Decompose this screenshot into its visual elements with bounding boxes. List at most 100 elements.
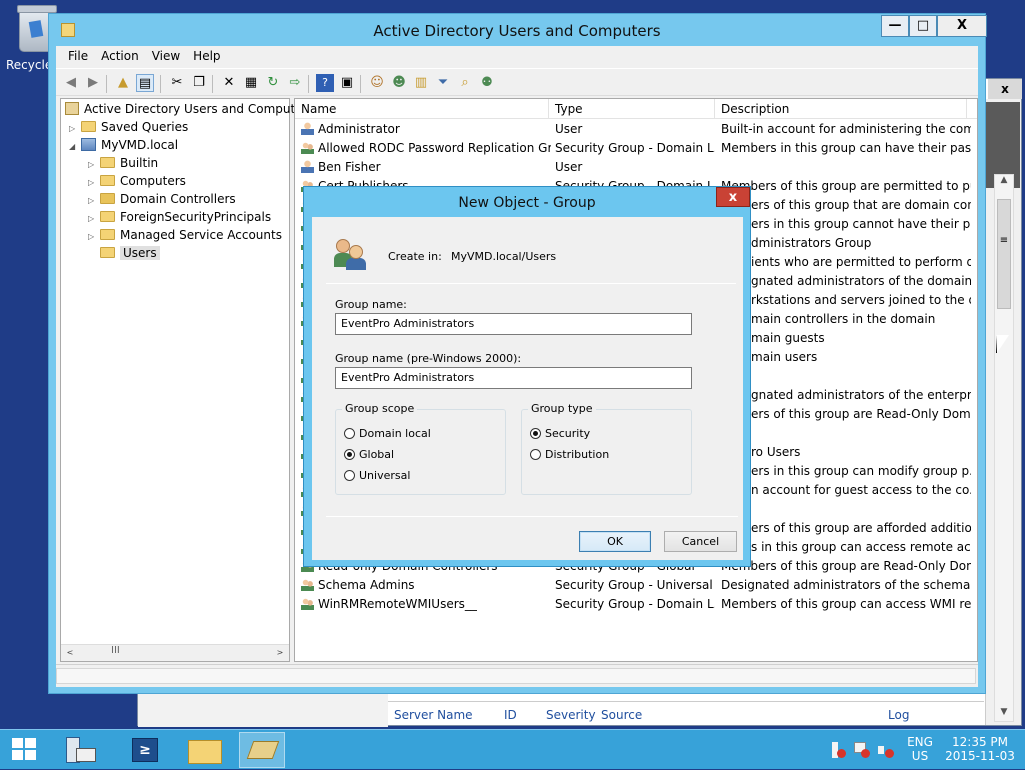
col-source[interactable]: Source xyxy=(601,708,642,722)
menu-view[interactable]: View xyxy=(152,46,188,68)
table-row[interactable]: Ben Fisher User xyxy=(295,158,977,177)
group-name-input[interactable]: EventPro Administrators xyxy=(335,313,692,335)
cell-name-text: WinRMRemoteWMIUsers__ xyxy=(318,597,477,611)
table-row[interactable]: Schema Admins Security Group - Universal D… xyxy=(295,576,977,595)
windows-start-icon[interactable] xyxy=(12,738,38,762)
col-description[interactable]: Description xyxy=(715,99,967,119)
tree-hscroll[interactable]: < III > xyxy=(61,644,289,661)
table-row[interactable]: Allowed RODC Password Replication Group S… xyxy=(295,139,977,158)
network-icon[interactable] xyxy=(854,742,870,758)
scroll-left-icon[interactable]: < xyxy=(63,646,77,660)
back-icon[interactable]: ◀ xyxy=(62,74,80,92)
tree-item-saved-queries[interactable]: ▷ Saved Queries xyxy=(69,118,188,136)
col-log[interactable]: Log xyxy=(888,708,909,722)
background-close-button[interactable]: x xyxy=(988,79,1022,99)
scope-domain-local-radio[interactable]: Domain local xyxy=(344,427,431,440)
radio-icon xyxy=(530,449,541,460)
file-explorer-taskbar-icon[interactable] xyxy=(182,732,228,768)
menu-help[interactable]: Help xyxy=(193,46,228,68)
tree-item-managed-service-accounts[interactable]: ▷ Managed Service Accounts xyxy=(88,226,282,244)
refresh-icon[interactable]: ↻ xyxy=(264,74,282,92)
maximize-button[interactable]: □ xyxy=(909,15,937,37)
scope-universal-radio[interactable]: Universal xyxy=(344,469,410,482)
group-icon xyxy=(334,237,368,271)
tree-item-domain[interactable]: ◢ MyVMD.local xyxy=(69,136,178,154)
cut-icon[interactable]: ✂ xyxy=(168,74,186,92)
col-id[interactable]: ID xyxy=(504,708,517,722)
cell-name: WinRMRemoteWMIUsers__ xyxy=(301,595,551,614)
col-name[interactable]: Name xyxy=(295,99,549,119)
ou-folder-icon xyxy=(100,193,115,204)
menu-file[interactable]: File xyxy=(68,46,96,68)
radio-selected-icon xyxy=(344,449,355,460)
tree-item-builtin[interactable]: ▷ Builtin xyxy=(88,154,158,172)
type-distribution-radio[interactable]: Distribution xyxy=(530,448,609,461)
dialog-close-button[interactable]: x xyxy=(716,187,750,207)
forward-icon[interactable]: ▶ xyxy=(84,74,102,92)
scroll-grip-icon[interactable]: III xyxy=(111,645,120,656)
cancel-button[interactable]: Cancel xyxy=(664,531,737,552)
help-icon[interactable]: ? xyxy=(316,74,334,92)
scroll-up-icon[interactable]: ▲ xyxy=(995,175,1013,185)
radio-label: Universal xyxy=(359,469,411,482)
console-icon[interactable]: ▣ xyxy=(338,74,356,92)
scope-global-radio[interactable]: Global xyxy=(344,448,394,461)
tree-root-label: Active Directory Users and Computers [ xyxy=(84,102,323,116)
show-hide-tree-icon[interactable]: ▤ xyxy=(136,74,154,92)
tree-item-label: Builtin xyxy=(120,156,159,170)
cell-name-text: Ben Fisher xyxy=(318,160,381,174)
group-name-pre2000-input[interactable]: EventPro Administrators xyxy=(335,367,692,389)
tree-root[interactable]: Active Directory Users and Computers [ xyxy=(65,100,322,118)
col-type[interactable]: Type xyxy=(549,99,715,119)
minimize-button[interactable]: — xyxy=(881,15,909,37)
type-security-radio[interactable]: Security xyxy=(530,427,590,440)
up-folder-icon[interactable]: ▲ xyxy=(114,74,132,92)
tree-pane: Active Directory Users and Computers [ ▷… xyxy=(60,98,322,662)
col-server-name[interactable]: Server Name xyxy=(394,708,473,722)
scroll-right-icon[interactable]: > xyxy=(273,646,287,660)
new-ou-icon[interactable]: ▥ xyxy=(412,74,430,92)
group-icon xyxy=(301,141,314,154)
title-bar[interactable]: Active Directory Users and Computers — □… xyxy=(49,14,987,46)
cell-description: dministrators Group xyxy=(751,236,872,250)
table-row[interactable]: Administrator User Built-in account for ad… xyxy=(295,120,977,139)
menu-action[interactable]: Action xyxy=(101,46,147,68)
speaker-muted-icon[interactable] xyxy=(878,742,894,758)
scroll-thumb[interactable] xyxy=(997,199,1011,309)
ok-button[interactable]: OK xyxy=(579,531,651,552)
aduc-taskbar-icon[interactable] xyxy=(239,732,285,768)
server-manager-taskbar-icon[interactable] xyxy=(58,732,104,768)
language-code: ENG xyxy=(907,735,933,749)
tree-item-domain-controllers[interactable]: ▷ Domain Controllers xyxy=(88,190,236,208)
col-severity[interactable]: Severity xyxy=(546,708,596,722)
delete-icon[interactable]: ✕ xyxy=(220,74,238,92)
tree-item-users[interactable]: Users xyxy=(88,244,160,262)
folder-icon xyxy=(100,247,115,258)
action-center-icon[interactable] xyxy=(830,742,846,758)
scroll-down-icon[interactable]: ▼ xyxy=(995,707,1013,717)
cell-description: Designated administrators of the schema xyxy=(721,578,971,592)
folder-icon xyxy=(100,157,115,168)
close-button[interactable]: X xyxy=(937,15,987,37)
find-icon[interactable]: ⌕ xyxy=(456,74,474,92)
events-header: Server Name ID Severity Source Log xyxy=(388,701,984,725)
radio-selected-icon xyxy=(530,428,541,439)
folder-icon xyxy=(100,175,115,186)
add-to-group-icon[interactable]: ⚉ xyxy=(478,74,496,92)
filter-icon[interactable]: ⏷ xyxy=(434,74,452,92)
language-indicator[interactable]: ENG US xyxy=(900,730,940,770)
clock[interactable]: 12:35 PM 2015-11-03 xyxy=(942,730,1018,770)
collapse-icon[interactable]: ◢ xyxy=(69,138,81,156)
background-scrollbar[interactable]: ▲ ≡ ▼ xyxy=(994,174,1014,722)
powershell-taskbar-icon[interactable]: ≥ xyxy=(122,732,168,768)
export-icon[interactable]: ⇨ xyxy=(286,74,304,92)
user-icon xyxy=(301,160,314,173)
properties-icon[interactable]: ▦ xyxy=(242,74,260,92)
table-row[interactable]: WinRMRemoteWMIUsers__ Security Group - Do… xyxy=(295,595,977,614)
copy-icon[interactable]: ❐ xyxy=(190,74,208,92)
folder-icon xyxy=(100,211,115,222)
tree-item-computers[interactable]: ▷ Computers xyxy=(88,172,186,190)
tree-item-foreign-security-principals[interactable]: ▷ ForeignSecurityPrincipals xyxy=(88,208,271,226)
new-user-icon[interactable]: ☺ xyxy=(368,74,386,92)
new-group-icon[interactable]: ☻ xyxy=(390,74,408,92)
